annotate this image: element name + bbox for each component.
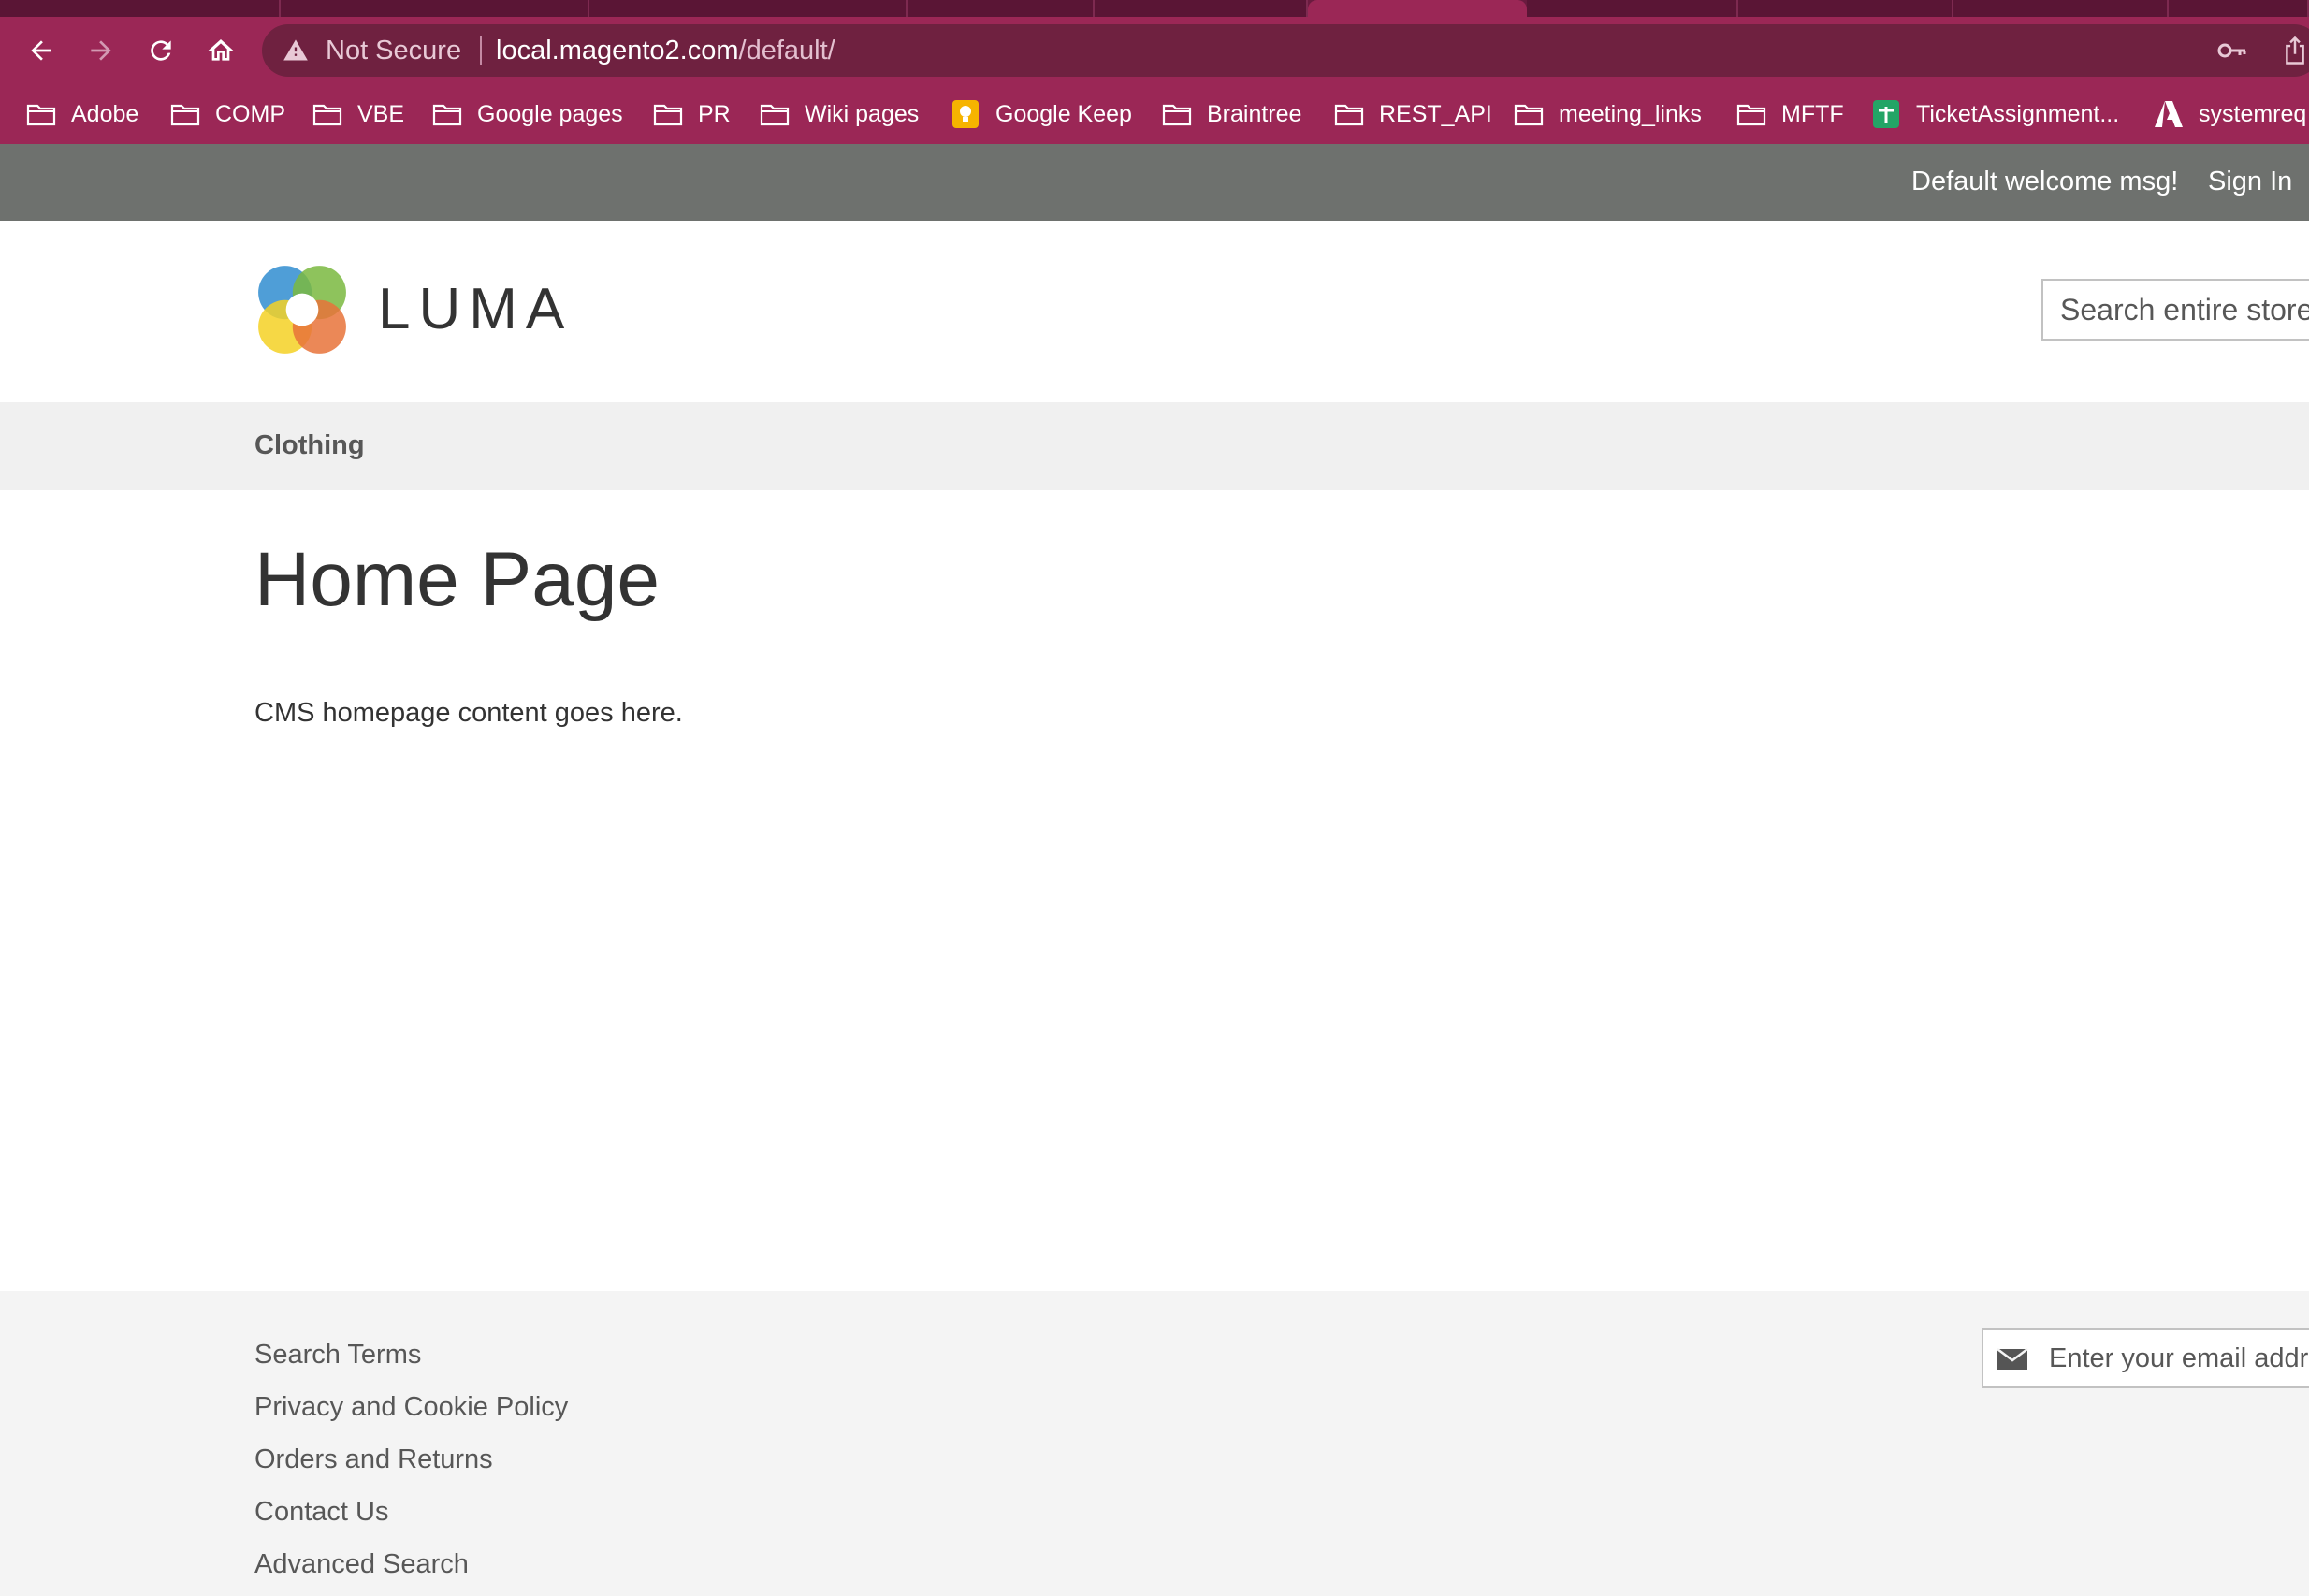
key-icon[interactable]	[2217, 37, 2247, 64]
browser-tab[interactable]	[1527, 0, 1738, 17]
bookmark-label: systemreq	[2199, 100, 2307, 127]
arrow-right-icon	[91, 40, 111, 61]
warning-icon	[283, 39, 308, 61]
reload-button[interactable]	[142, 32, 180, 69]
nav-item-clothing[interactable]: Clothing	[254, 428, 365, 462]
back-button[interactable]	[22, 32, 60, 69]
arrow-left-icon	[31, 40, 51, 61]
bookmark-label: TicketAssignment...	[1916, 100, 2120, 127]
bookmark-meeting-links[interactable]: meeting_links	[1514, 97, 1702, 131]
bookmark-label: Braintree	[1207, 100, 1302, 127]
bookmark-label: Google pages	[477, 100, 623, 127]
newsletter-field[interactable]	[1982, 1328, 2309, 1388]
folder-icon	[760, 104, 790, 126]
home-button[interactable]	[202, 32, 240, 69]
bookmark-label: MFTF	[1781, 100, 1844, 127]
envelope-icon	[1997, 1348, 2028, 1370]
browser-toolbar: Not Secure local.magento2.com/default/	[0, 17, 2309, 84]
bookmark-pr[interactable]: PR	[653, 97, 731, 131]
browser-tab[interactable]	[1738, 0, 1953, 17]
logo-text[interactable]: LUMA	[378, 277, 573, 342]
browser-tab-strip	[0, 0, 2309, 17]
google-keep-icon	[952, 100, 979, 128]
bookmarks-bar: Adobe COMP VBE Google pages PR Wiki page…	[0, 84, 2309, 144]
bookmark-label: VBE	[357, 100, 405, 127]
page-title: Home Page	[254, 537, 661, 622]
adobe-icon	[2155, 101, 2183, 127]
bookmark-google-pages[interactable]: Google pages	[432, 97, 623, 131]
footer-link-contact-us[interactable]: Contact Us	[254, 1486, 568, 1538]
not-secure-label[interactable]: Not Secure	[326, 36, 461, 65]
search-input[interactable]	[2043, 281, 2309, 339]
folder-icon	[432, 104, 462, 126]
browser-tab[interactable]	[589, 0, 908, 17]
footer-link-search-terms[interactable]: Search Terms	[254, 1328, 568, 1381]
bookmark-label: PR	[698, 100, 731, 127]
bookmark-google-keep[interactable]: Google Keep	[951, 97, 1132, 131]
welcome-message: Default welcome msg!	[1911, 167, 2179, 196]
bookmark-systemreq[interactable]: systemreq	[2154, 97, 2306, 131]
browser-tab[interactable]	[1953, 0, 2169, 17]
folder-icon	[1334, 104, 1364, 126]
url-text[interactable]: local.magento2.com/default/	[496, 36, 835, 65]
bookmark-label: REST_API	[1379, 100, 1492, 127]
forward-button[interactable]	[82, 32, 120, 69]
page-footer: Search Terms Privacy and Cookie Policy O…	[0, 1291, 2309, 1596]
newsletter-email-input[interactable]	[2049, 1330, 2309, 1386]
bookmark-label: COMP	[215, 100, 285, 127]
bookmark-vbe[interactable]: VBE	[312, 97, 404, 131]
omnibox-divider	[480, 36, 482, 65]
search-field[interactable]	[2041, 279, 2309, 341]
footer-link-advanced-search[interactable]: Advanced Search	[254, 1538, 568, 1590]
sign-in-link[interactable]: Sign In	[2208, 165, 2292, 198]
footer-links: Search Terms Privacy and Cookie Policy O…	[254, 1328, 568, 1590]
reload-icon	[151, 40, 171, 61]
google-sheets-icon	[1873, 100, 1899, 128]
bookmark-adobe[interactable]: Adobe	[26, 97, 138, 131]
folder-icon	[653, 104, 683, 126]
url-path: /default/	[738, 36, 835, 65]
bookmark-label: meeting_links	[1559, 100, 1702, 127]
folder-icon	[1736, 104, 1766, 126]
folder-icon	[1162, 104, 1192, 126]
bookmark-mftf[interactable]: MFTF	[1736, 97, 1844, 131]
footer-link-orders-returns[interactable]: Orders and Returns	[254, 1433, 568, 1486]
panel-header: Default welcome msg! Sign In	[0, 144, 2309, 221]
bookmark-ticket-assignment[interactable]: TicketAssignment...	[1871, 97, 2119, 131]
browser-tab[interactable]	[1095, 0, 1308, 17]
header-content: LUMA	[0, 221, 2309, 402]
bookmark-label: Adobe	[71, 100, 139, 127]
browser-tab-active[interactable]	[1308, 0, 1527, 17]
folder-icon	[1514, 104, 1544, 126]
folder-icon	[26, 104, 56, 126]
bookmark-comp[interactable]: COMP	[170, 97, 285, 131]
bookmark-wiki-pages[interactable]: Wiki pages	[760, 97, 919, 131]
browser-tab[interactable]	[908, 0, 1095, 17]
folder-icon	[170, 104, 200, 126]
bookmark-rest-api[interactable]: REST_API	[1334, 97, 1492, 131]
address-bar[interactable]: Not Secure local.magento2.com/default/	[262, 24, 2309, 77]
luma-logo-icon[interactable]	[254, 262, 350, 357]
bookmark-label: Wiki pages	[805, 100, 920, 127]
cms-content: CMS homepage content goes here.	[254, 698, 683, 728]
footer-link-privacy-policy[interactable]: Privacy and Cookie Policy	[254, 1381, 568, 1433]
folder-icon	[312, 104, 342, 126]
share-icon[interactable]	[2283, 36, 2307, 65]
url-host: local.magento2.com	[496, 36, 739, 65]
bookmark-label: Google Keep	[995, 100, 1132, 127]
home-icon	[208, 39, 234, 61]
browser-tab[interactable]	[0, 0, 281, 17]
browser-tab[interactable]	[2169, 0, 2309, 17]
bookmark-braintree[interactable]: Braintree	[1162, 97, 1301, 131]
browser-tab[interactable]	[281, 0, 589, 17]
category-navigation: Clothing	[0, 402, 2309, 490]
